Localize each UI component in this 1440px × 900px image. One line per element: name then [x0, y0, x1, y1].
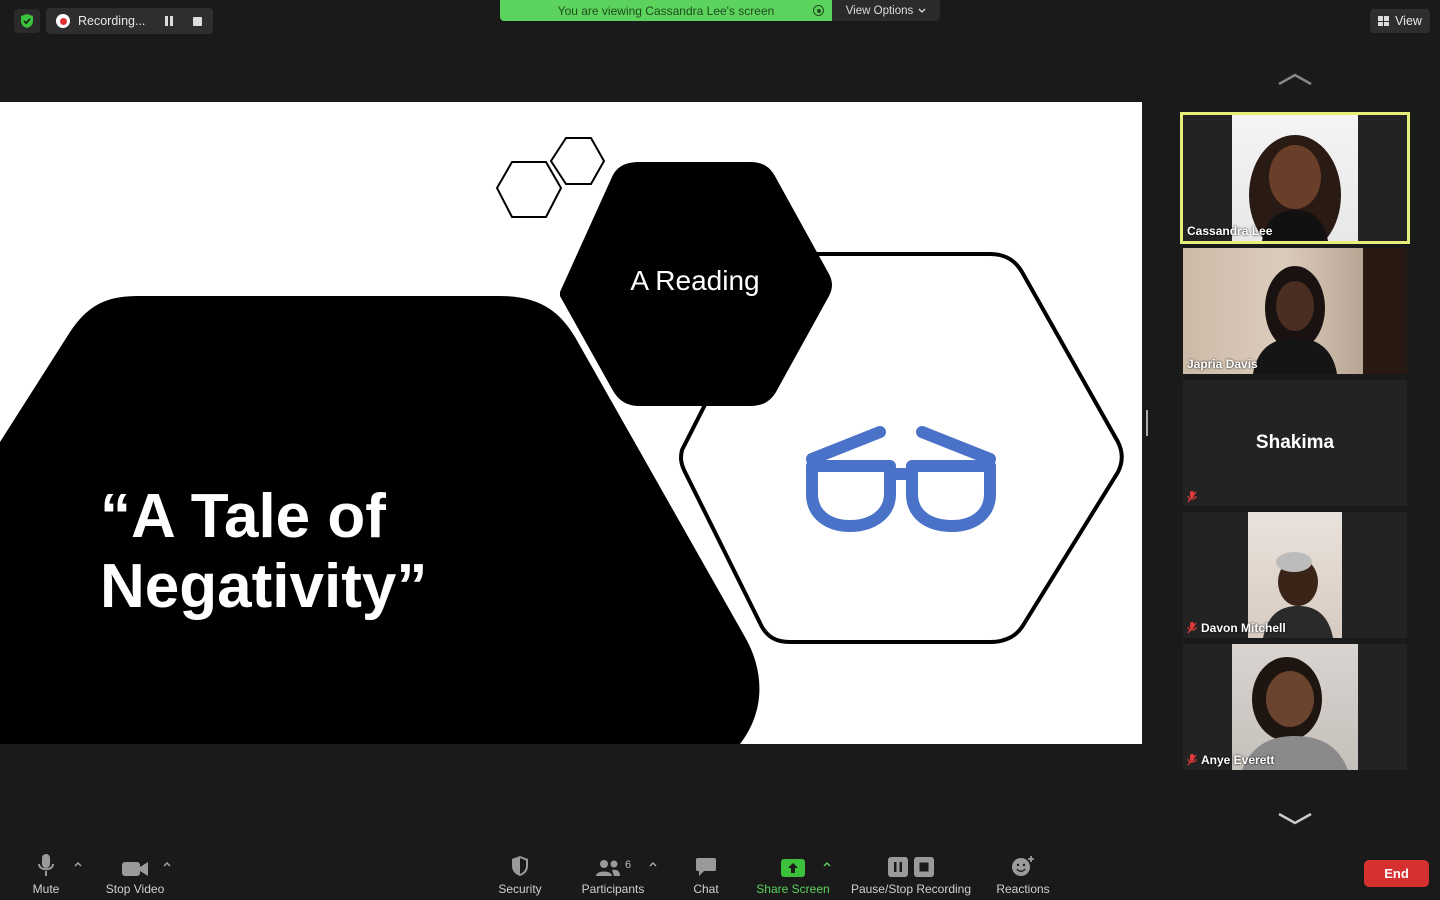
participants-icon	[595, 860, 620, 876]
recording-dot-icon	[56, 14, 70, 28]
slide-subtitle: A Reading	[630, 265, 760, 296]
recording-label: Recording...	[78, 14, 146, 28]
participant-video	[1183, 248, 1407, 374]
pause-stop-recording-label: Pause/Stop Recording	[850, 882, 972, 896]
recording-indicator: Recording...	[46, 8, 213, 34]
gallery-scroll-down-icon[interactable]	[1277, 812, 1313, 826]
view-button[interactable]: View	[1370, 9, 1430, 33]
meeting-toolbar: Mute Stop Video Security 6 Participants …	[0, 847, 1440, 900]
participant-name-japria-davis: Japria Davis	[1187, 357, 1258, 371]
screen-share-banner: You are viewing Cassandra Lee's screen	[500, 0, 832, 21]
reactions-label: Reactions	[996, 882, 1050, 896]
participant-tile-anye-everett[interactable]: Anye Everett	[1183, 644, 1407, 770]
mic-muted-icon	[1187, 622, 1197, 634]
mute-button[interactable]: Mute	[22, 847, 70, 900]
participant-video	[1232, 115, 1358, 241]
stop-video-label: Stop Video	[105, 882, 165, 896]
participant-name-cassandra-lee: Cassandra Lee	[1187, 224, 1273, 238]
chat-bubble-icon	[696, 858, 716, 876]
grid-view-icon	[1378, 16, 1390, 26]
shared-screen: “A Tale of Negativity” A Reading	[0, 102, 1142, 744]
participant-video	[1248, 512, 1342, 638]
participant-video-image	[1242, 657, 1348, 770]
chat-label: Chat	[693, 882, 719, 896]
banner-text: You are viewing Cassandra Lee's screen	[557, 3, 775, 18]
participant-tile-davon-mitchell[interactable]: Davon Mitchell	[1183, 512, 1407, 638]
end-meeting-button[interactable]: End	[1364, 860, 1429, 887]
share-screen-label: Share Screen	[756, 882, 830, 896]
participant-video-image	[1263, 552, 1333, 638]
pause-icon	[888, 857, 908, 877]
stop-icon	[914, 857, 934, 877]
video-options-caret-icon[interactable]	[163, 861, 171, 867]
participants-count: 6	[624, 859, 632, 871]
participant-video-image	[1253, 248, 1407, 374]
reactions-button[interactable]: Reactions	[993, 847, 1053, 900]
security-shield-icon	[512, 856, 528, 876]
end-label: End	[1384, 866, 1409, 881]
share-screen-icon	[781, 859, 805, 877]
chevron-down-icon	[918, 8, 926, 13]
microphone-icon	[38, 854, 54, 876]
view-options-label: View Options	[845, 4, 914, 17]
security-shield-badge[interactable]	[14, 9, 40, 33]
share-options-caret-icon[interactable]	[823, 861, 831, 867]
participants-label: Participants	[581, 882, 645, 896]
mic-muted-icon	[1187, 754, 1197, 766]
mute-label: Mute	[32, 882, 60, 896]
participants-options-caret-icon[interactable]	[649, 861, 657, 867]
pause-stop-recording-button[interactable]: Pause/Stop Recording	[848, 847, 974, 900]
participant-video	[1232, 644, 1358, 770]
reactions-smiley-icon	[1012, 856, 1034, 876]
participant-name-anye-everett: Anye Everett	[1187, 753, 1274, 767]
participant-tile-japria-davis[interactable]: Japria Davis	[1183, 248, 1407, 374]
share-screen-button[interactable]: Share Screen	[753, 847, 833, 900]
participant-tile-shakima[interactable]: Shakima	[1183, 380, 1407, 506]
mic-muted-icon	[1187, 491, 1197, 503]
panel-resize-handle[interactable]	[1146, 410, 1148, 436]
security-label: Security	[498, 882, 542, 896]
security-button[interactable]: Security	[493, 847, 547, 900]
video-camera-icon	[122, 862, 148, 876]
participant-status-shakima	[1187, 491, 1197, 503]
stop-video-button[interactable]: Stop Video	[100, 847, 170, 900]
slide-graphics	[0, 137, 1124, 744]
stop-recording-button[interactable]	[193, 16, 203, 26]
slide-title-line2: Negativity”	[100, 552, 428, 621]
view-label: View	[1395, 14, 1422, 28]
shield-icon	[21, 14, 33, 28]
participant-tile-cassandra-lee[interactable]: Cassandra Lee	[1180, 112, 1410, 244]
gallery-scroll-up-icon[interactable]	[1277, 72, 1313, 86]
chat-button[interactable]: Chat	[685, 847, 727, 900]
participant-name-davon-mitchell: Davon Mitchell	[1187, 621, 1286, 635]
slide-title: “A Tale of Negativity”	[100, 482, 520, 622]
slide-title-line1: “A Tale of	[100, 482, 386, 551]
view-options-button[interactable]: View Options	[832, 0, 940, 21]
mute-options-caret-icon[interactable]	[74, 861, 82, 867]
participant-name-placeholder: Shakima	[1255, 432, 1335, 453]
participant-video-image	[1249, 135, 1341, 241]
sharing-indicator-icon	[813, 5, 824, 16]
pause-recording-button[interactable]	[165, 16, 174, 26]
participants-button[interactable]: 6 Participants	[575, 847, 651, 900]
